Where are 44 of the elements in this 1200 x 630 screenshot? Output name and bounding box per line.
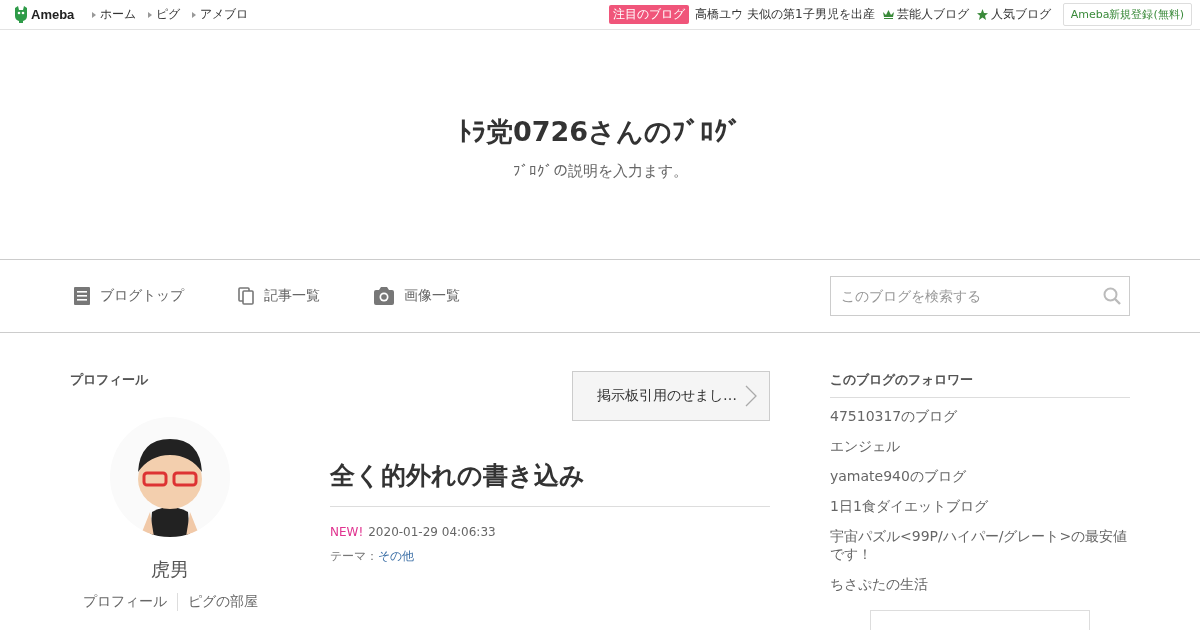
follower-link[interactable]: 1日1食ダイエットブログ [830,491,1130,522]
nav-link[interactable]: ホーム [92,6,137,23]
celebrity-blog-link[interactable]: 芸能人ブログ [896,6,969,23]
document-icon [74,287,90,305]
frog-icon [14,6,28,23]
profile-link[interactable]: ピグの部屋 [176,593,268,611]
logo-text[interactable]: Ameba [31,7,75,22]
previous-article-button[interactable]: 掲示板引用のせまし… [572,371,770,421]
nav-tab[interactable]: ブログトップ [74,287,184,305]
nav-tab[interactable]: 記事一覧 [238,287,320,305]
link-text[interactable]: ピグ [156,6,181,23]
section-heading: プロフィール [70,371,149,389]
featured-badge: 注目のブログ [609,5,690,24]
follower-link[interactable]: 宇宙パズル<99P/ハイパー/グレート>の最安値です！ [830,521,1130,571]
triangle-icon [148,11,153,18]
search-icon [1103,287,1121,305]
blog-description: ﾌﾞﾛｸﾞの説明を入力ます。 [512,162,688,181]
copy-icon [238,287,254,305]
triangle-icon [192,11,197,18]
crown-icon [882,10,894,19]
triangle-icon [92,11,97,18]
blog-title[interactable]: ﾄﾗ党0726さんのﾌﾞﾛｸﾞ [457,114,743,150]
link-text[interactable]: ホーム [100,6,137,23]
profile-name[interactable]: 虎男 [151,557,189,583]
follower-link[interactable]: 47510317のブログ [830,402,1130,432]
follower-link[interactable]: ちさぷたの生活 [830,570,1130,601]
star-icon [976,9,988,20]
featured-link[interactable]: 高橋ユウ 夫似の第1子男児を出産 [695,6,875,23]
popular-blog-link[interactable]: 人気ブログ [990,6,1051,23]
article-title[interactable]: 全く的外れの書き込み [330,459,770,507]
signup-button[interactable]: Ameba新規登録(無料) [1062,3,1192,26]
profile-link[interactable]: プロフィール [72,593,177,611]
chevron-right-icon [745,385,757,407]
search-field[interactable]: このブログを検索する [830,276,1130,316]
follower-link[interactable]: エンジェル [830,431,1130,462]
new-label: NEW! [330,525,364,539]
nav-tab[interactable]: 画像一覧 [374,287,460,305]
theme-label: テーマ： [330,549,378,563]
post-date: 2020-01-29 04:06:33 [368,525,496,539]
follower-link[interactable]: yamate940のブログ [830,461,1130,492]
camera-icon [374,287,394,305]
nav-link[interactable]: ピグ [148,6,181,23]
section-heading: このブログのフォロワー [830,371,1130,398]
theme-link[interactable]: その他 [378,549,414,563]
